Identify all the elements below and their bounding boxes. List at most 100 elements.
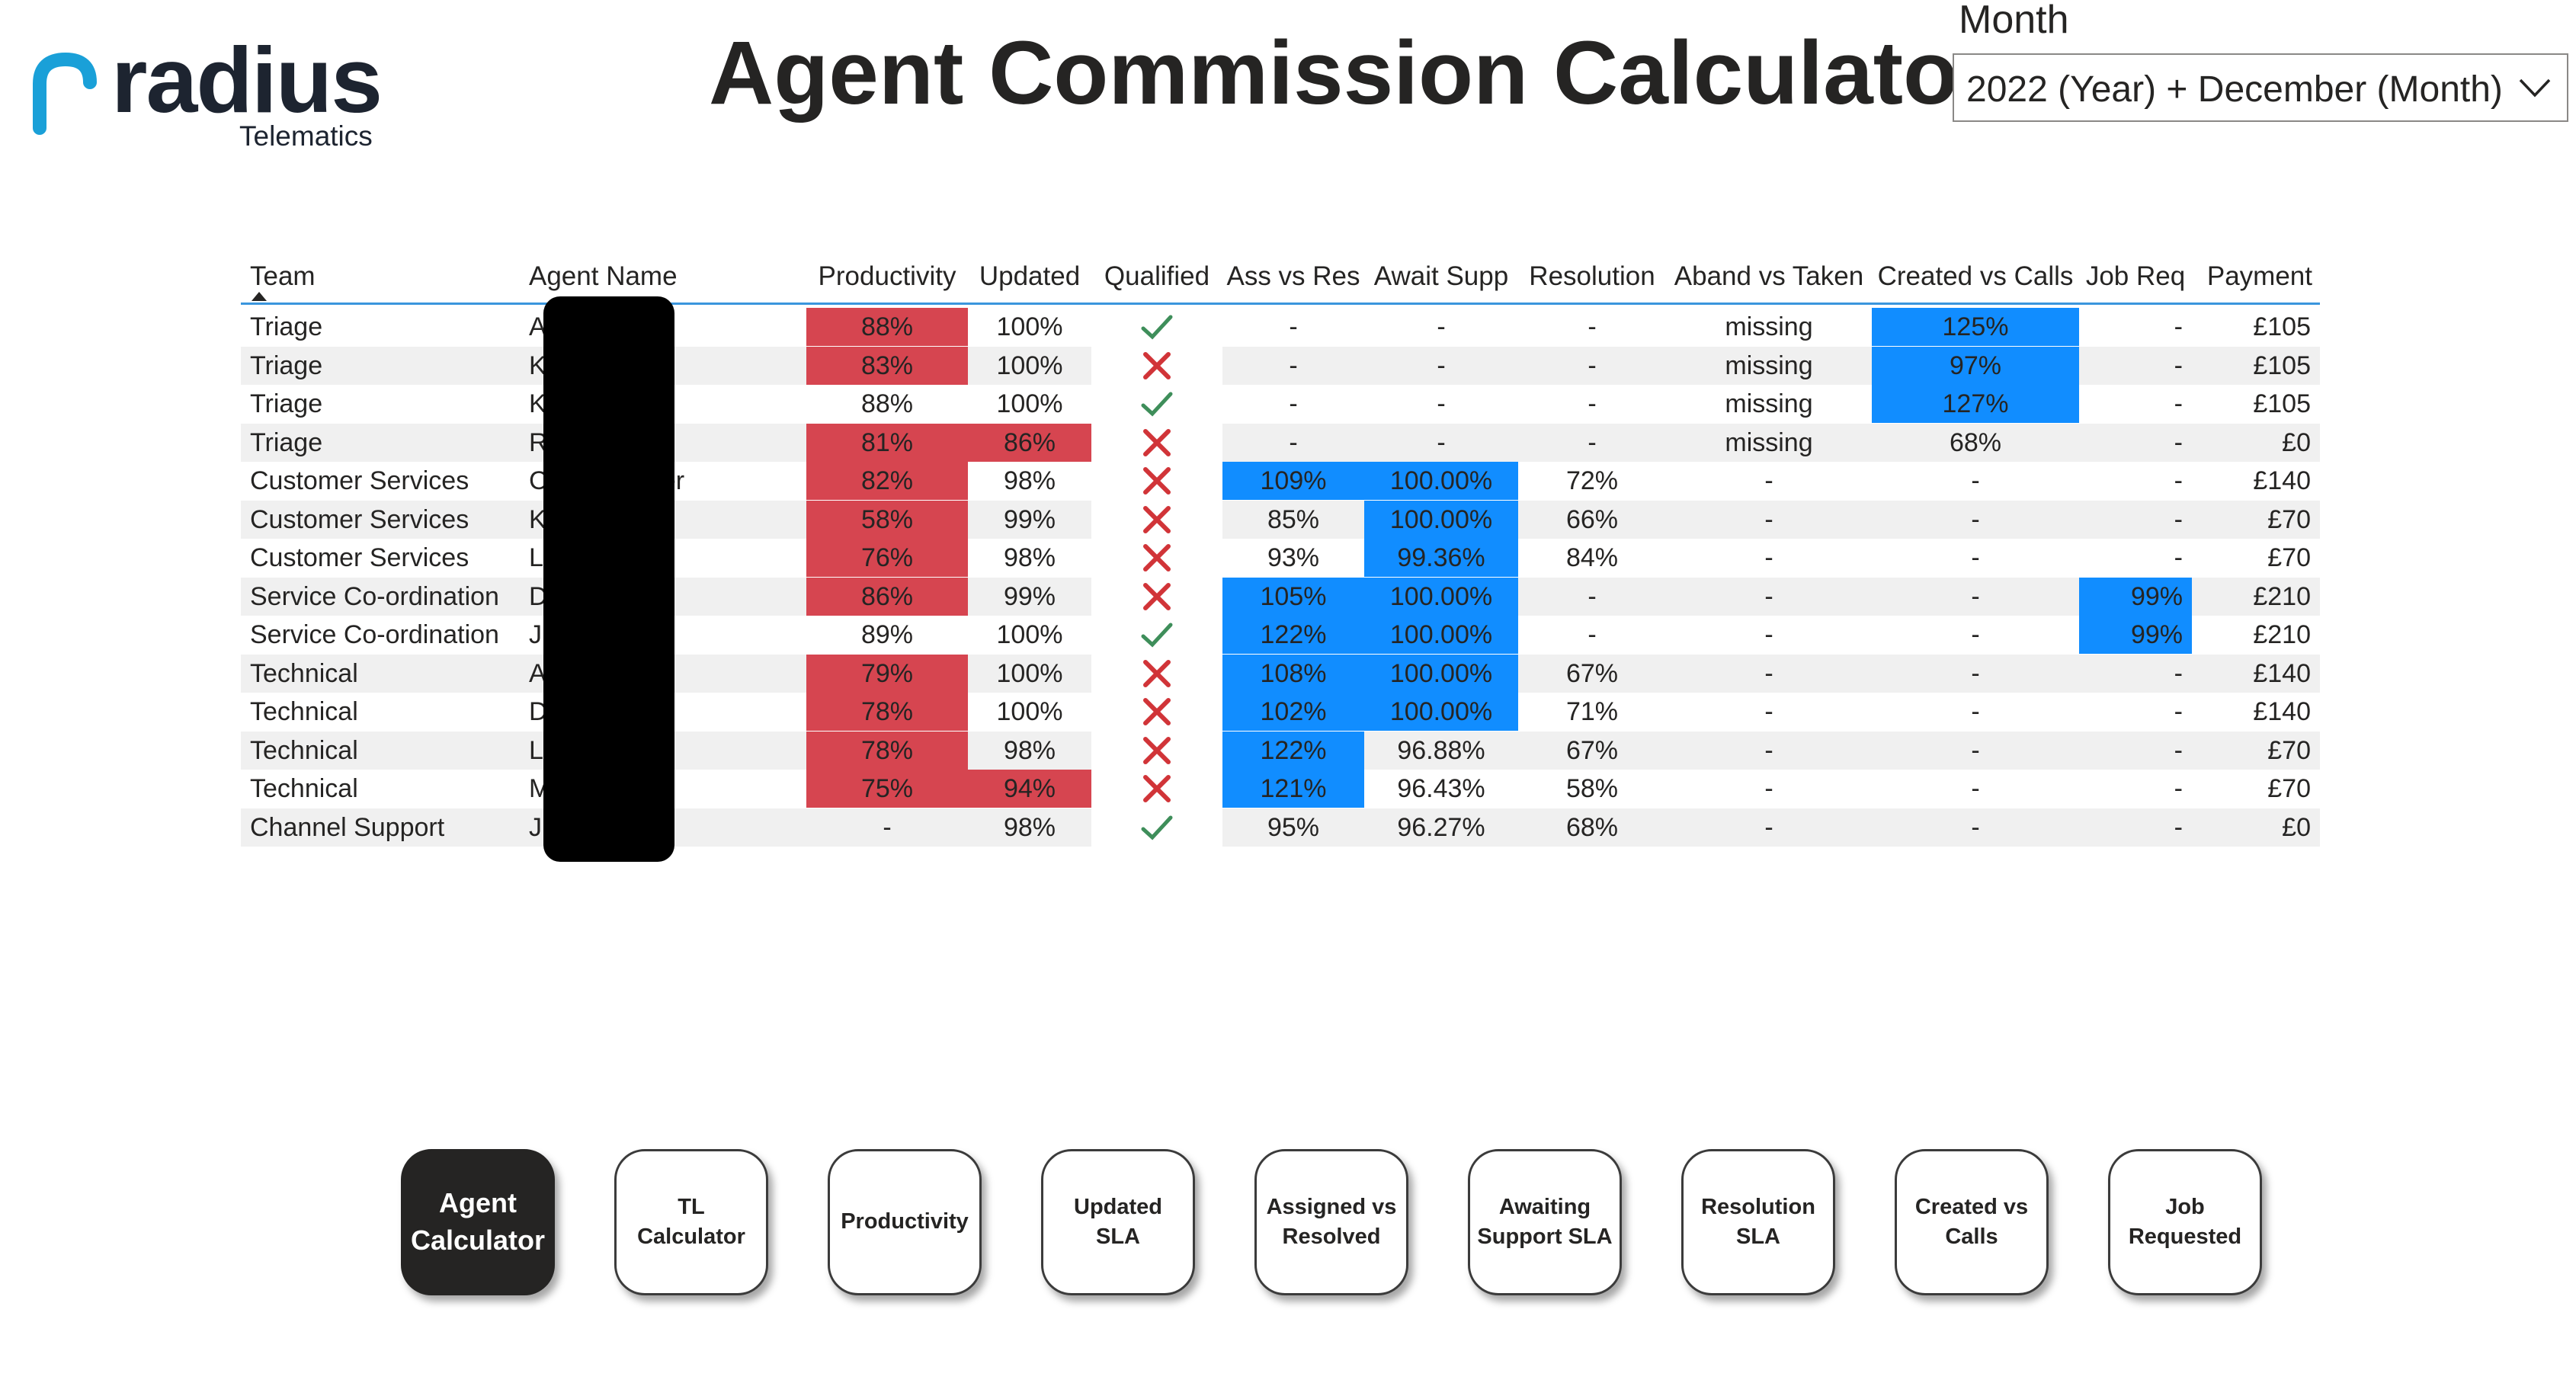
cell-job-req: - [2174, 466, 2183, 495]
cell-created-vs-calls: 125% [1872, 308, 2079, 346]
cell-resolution: - [1588, 312, 1597, 341]
nav-button-tl-calculator[interactable]: TL Calculator [614, 1149, 768, 1295]
header-aband-vs-taken[interactable]: Aband vs Taken [1666, 254, 1872, 299]
cell-updated: 100% [996, 351, 1063, 380]
nav-button-created-vs-calls[interactable]: Created vs Calls [1895, 1149, 2049, 1295]
nav-button-label: Productivity [841, 1209, 969, 1234]
cell-await-supp: 96.88% [1397, 735, 1485, 765]
cell-qualified [1091, 500, 1222, 539]
nav-button-awaiting-support-sla[interactable]: Awaiting Support SLA [1468, 1149, 1622, 1295]
radius-logo: radius Telematics [26, 27, 422, 157]
cell-aband-vs-taken: - [1764, 581, 1773, 611]
cell-ass-vs-res: 121% [1222, 770, 1364, 808]
cell-updated: 99% [1003, 581, 1056, 611]
cell-productivity: 82% [806, 462, 968, 500]
cell-ass-vs-res: 95% [1267, 812, 1320, 842]
cell-aband-vs-taken: missing [1725, 389, 1813, 418]
header-productivity[interactable]: Productivity [806, 254, 968, 299]
cell-team: Customer Services [250, 466, 469, 495]
cell-productivity: 88% [806, 308, 968, 346]
cell-created-vs-calls: - [1971, 466, 1980, 495]
header-payment[interactable]: Payment [2192, 254, 2312, 299]
cell-team: Triage [250, 427, 323, 457]
cell-job-req: - [2174, 389, 2183, 418]
brand-name: radius [111, 28, 383, 132]
cell-ass-vs-res: 93% [1267, 543, 1320, 572]
nav-button-label: Resolution SLA [1701, 1194, 1815, 1249]
cell-await-supp: - [1437, 389, 1446, 418]
cell-team: Technical [250, 658, 358, 688]
nav-button-label: Awaiting Support SLA [1477, 1194, 1613, 1249]
cell-resolution: - [1588, 351, 1597, 380]
cell-resolution: 72% [1565, 466, 1619, 495]
header-ass-vs-res[interactable]: Ass vs Res [1222, 254, 1364, 299]
cell-ass-vs-res: - [1289, 351, 1298, 380]
month-filter-dropdown[interactable]: 2022 (Year) + December (Month) [1953, 53, 2568, 122]
cell-job-req: - [2174, 543, 2183, 572]
month-filter-value: 2022 (Year) + December (Month) [1966, 69, 2503, 110]
cell-await-supp: 100.00% [1364, 462, 1518, 500]
cell-payment: £70 [2267, 774, 2311, 803]
cell-updated: 94% [968, 770, 1091, 808]
header-team[interactable]: Team [250, 254, 479, 299]
chevron-down-icon [2519, 78, 2551, 98]
cell-job-req: - [2174, 427, 2183, 457]
cell-team: Service Co-ordination [250, 620, 499, 649]
cell-productivity: 86% [806, 577, 968, 616]
cell-ass-vs-res: 109% [1222, 462, 1364, 500]
cell-created-vs-calls: - [1971, 812, 1980, 842]
cell-resolution: 67% [1565, 735, 1619, 765]
cell-aband-vs-taken: - [1764, 620, 1773, 649]
header-job-req[interactable]: Job Req [2079, 254, 2192, 299]
header-updated[interactable]: Updated [968, 254, 1091, 299]
header-created-vs-calls[interactable]: Created vs Calls [1872, 254, 2079, 299]
header-agent-name[interactable]: Agent Name [529, 254, 773, 299]
cell-ass-vs-res: 122% [1222, 616, 1364, 654]
cell-updated: 86% [968, 423, 1091, 462]
cell-aband-vs-taken: missing [1725, 351, 1813, 380]
sort-ascending-icon [252, 292, 267, 301]
cell-ass-vs-res: 105% [1222, 577, 1364, 616]
cell-resolution: - [1588, 620, 1597, 649]
cell-ass-vs-res: 85% [1267, 504, 1320, 534]
cell-qualified [1091, 308, 1222, 346]
cell-resolution: 66% [1565, 504, 1619, 534]
cell-payment: £0 [2282, 812, 2311, 842]
cell-payment: £0 [2282, 427, 2311, 457]
cell-payment: £105 [2253, 351, 2311, 380]
cell-ass-vs-res: 108% [1222, 654, 1364, 693]
cell-updated: 98% [1003, 466, 1056, 495]
cell-qualified [1091, 808, 1222, 847]
header-qualified[interactable]: Qualified [1091, 254, 1222, 299]
cell-job-req: - [2174, 774, 2183, 803]
cell-created-vs-calls: 127% [1872, 385, 2079, 423]
cell-resolution: 67% [1565, 658, 1619, 688]
cell-qualified [1091, 462, 1222, 500]
cell-updated: 100% [996, 620, 1063, 649]
header-await-supp[interactable]: Await Supp [1364, 254, 1518, 299]
cell-job-req: - [2174, 504, 2183, 534]
cell-updated: 100% [996, 697, 1063, 726]
nav-button-productivity[interactable]: Productivity [828, 1149, 982, 1295]
cell-payment: £210 [2253, 620, 2311, 649]
nav-button-agent-calculator[interactable]: Agent Calculator [401, 1149, 555, 1295]
nav-button-job-requested[interactable]: Job Requested [2108, 1149, 2262, 1295]
cell-updated: 98% [1003, 812, 1056, 842]
nav-button-updated-sla[interactable]: Updated SLA [1041, 1149, 1195, 1295]
header-resolution[interactable]: Resolution [1518, 254, 1666, 299]
month-filter-label: Month [1959, 0, 2069, 42]
cell-productivity: 58% [806, 500, 968, 539]
nav-button-assigned-vs-resolved[interactable]: Assigned vs Resolved [1254, 1149, 1408, 1295]
cell-payment: £140 [2253, 697, 2311, 726]
cross-icon [1143, 775, 1171, 802]
cell-await-supp: 100.00% [1364, 654, 1518, 693]
check-icon [1141, 623, 1173, 648]
cell-job-req: - [2174, 351, 2183, 380]
cell-resolution: 68% [1565, 812, 1619, 842]
nav-button-resolution-sla[interactable]: Resolution SLA [1681, 1149, 1835, 1295]
page-title: Agent Commission Calculator [709, 23, 1994, 123]
cross-icon [1143, 428, 1171, 456]
cell-ass-vs-res: 122% [1222, 731, 1364, 770]
cell-qualified [1091, 539, 1222, 577]
cell-created-vs-calls: - [1971, 774, 1980, 803]
